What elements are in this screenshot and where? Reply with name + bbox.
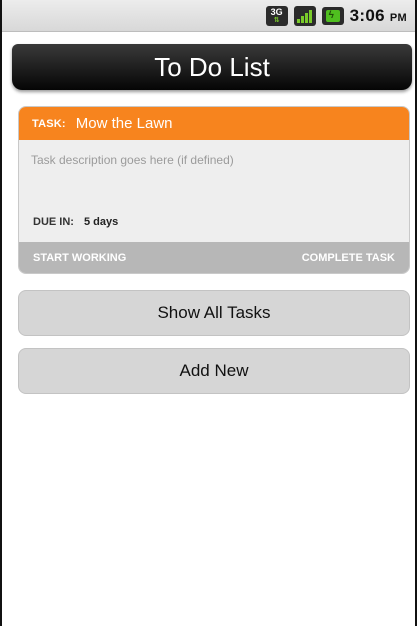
add-new-button[interactable]: Add New <box>18 348 410 394</box>
task-card: TASK: Mow the Lawn Task description goes… <box>18 106 410 274</box>
task-prefix-label: TASK: <box>32 117 66 130</box>
start-working-button[interactable]: START WORKING <box>33 252 126 264</box>
due-value: 5 days <box>83 216 119 228</box>
status-icons: 3G ⇅ ϟ 3:06 PM <box>265 5 407 27</box>
page-title: To Do List <box>154 51 270 82</box>
status-bar: 3G ⇅ ϟ 3:06 PM <box>2 0 415 32</box>
complete-task-button[interactable]: COMPLETE TASK <box>302 252 395 264</box>
task-due: DUE IN: 5 days <box>33 216 118 228</box>
due-label: DUE IN: <box>33 216 74 228</box>
network-label: 3G <box>270 7 283 17</box>
task-actions-bar: START WORKING COMPLETE TASK <box>19 242 409 273</box>
task-description: Task description goes here (if defined) <box>31 153 234 167</box>
battery-icon: ϟ <box>321 7 344 25</box>
time-meridiem: PM <box>389 12 407 24</box>
status-time: 3:06 PM <box>350 6 407 26</box>
time-value: 3:06 <box>349 6 385 25</box>
network-3g-icon: 3G ⇅ <box>265 6 288 26</box>
show-all-tasks-button[interactable]: Show All Tasks <box>18 290 410 336</box>
title-bar: To Do List <box>12 44 412 90</box>
task-header: TASK: Mow the Lawn <box>19 107 409 140</box>
signal-icon <box>293 6 316 26</box>
task-name: Mow the Lawn <box>75 115 173 132</box>
